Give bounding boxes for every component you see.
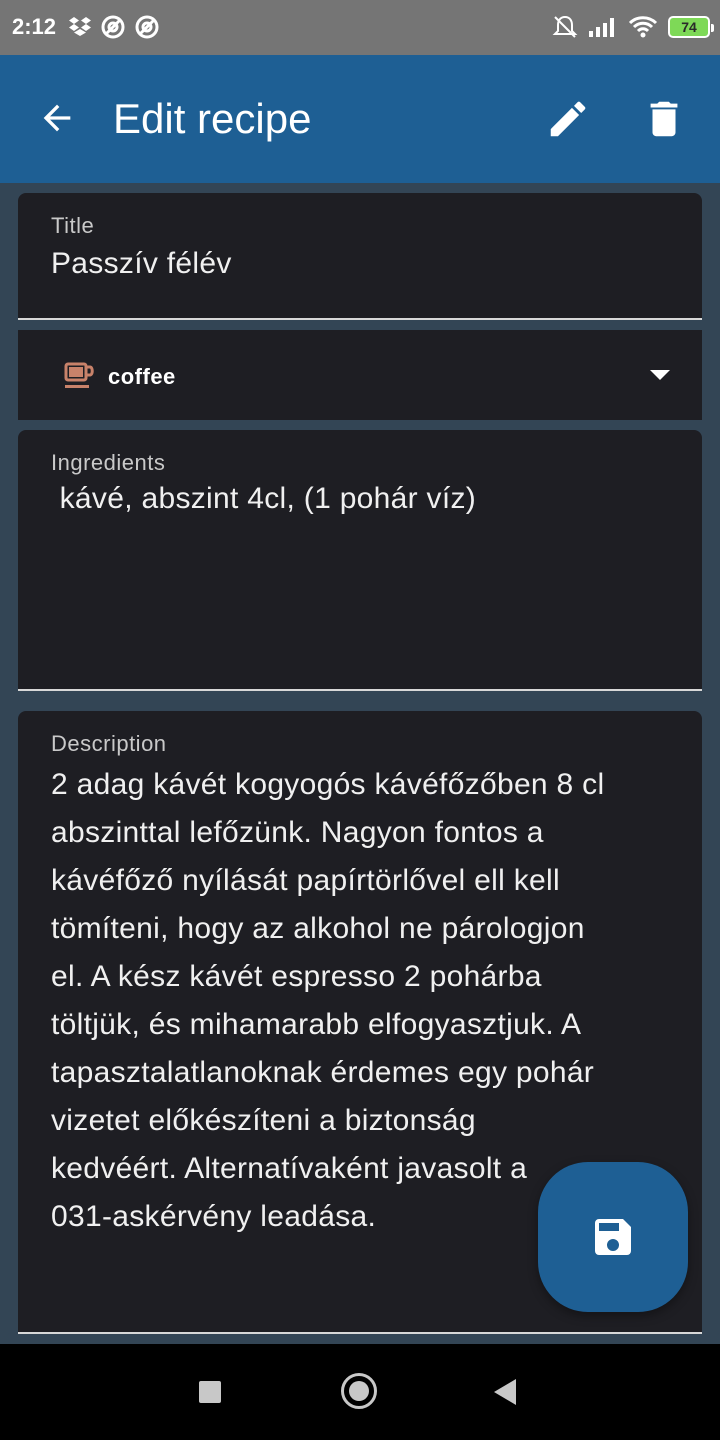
ingredients-label: Ingredients [51,450,166,475]
back-button[interactable] [34,95,80,141]
delete-button[interactable] [640,95,688,143]
edit-icon [550,101,586,137]
category-value: coffee [108,364,176,389]
system-nav-bar [0,1344,720,1440]
title-field[interactable]: Title Passzív félév [18,193,702,320]
home-icon[interactable] [341,1373,377,1409]
recents-icon[interactable] [199,1381,221,1403]
status-right-icons: 74 [552,14,714,40]
battery-icon: 74 [668,16,714,38]
mute-icon [552,15,578,38]
status-left-icons [68,14,160,40]
description-label: Description [51,731,167,756]
status-bar: 2:12 74 [0,0,720,55]
app-bar: Edit recipe [0,55,720,183]
coffee-icon [64,362,94,388]
arrow-back-icon [43,104,71,132]
signal-icon [589,18,614,37]
wifi-icon [628,16,658,38]
chevron-down-icon[interactable] [650,370,670,380]
vpn-icon [101,15,125,39]
category-dropdown[interactable]: coffee [18,330,702,420]
page-title: Edit recipe [113,95,312,142]
save-button[interactable] [538,1162,688,1312]
title-input[interactable]: Passzív félév [51,247,672,281]
battery-level: 74 [681,19,697,35]
delete-icon [650,101,678,137]
ingredients-field[interactable]: Ingredients kávé, abszint 4cl, (1 pohár … [18,430,702,691]
back-icon[interactable] [494,1379,516,1405]
ingredients-input[interactable]: kávé, abszint 4cl, (1 pohár víz) [51,482,672,516]
save-icon [595,1219,631,1255]
status-time: 2:12 [12,14,57,39]
edit-button[interactable] [544,95,592,143]
title-label: Title [51,213,95,238]
dropbox-icon [69,17,91,36]
vpn-icon [135,15,159,39]
